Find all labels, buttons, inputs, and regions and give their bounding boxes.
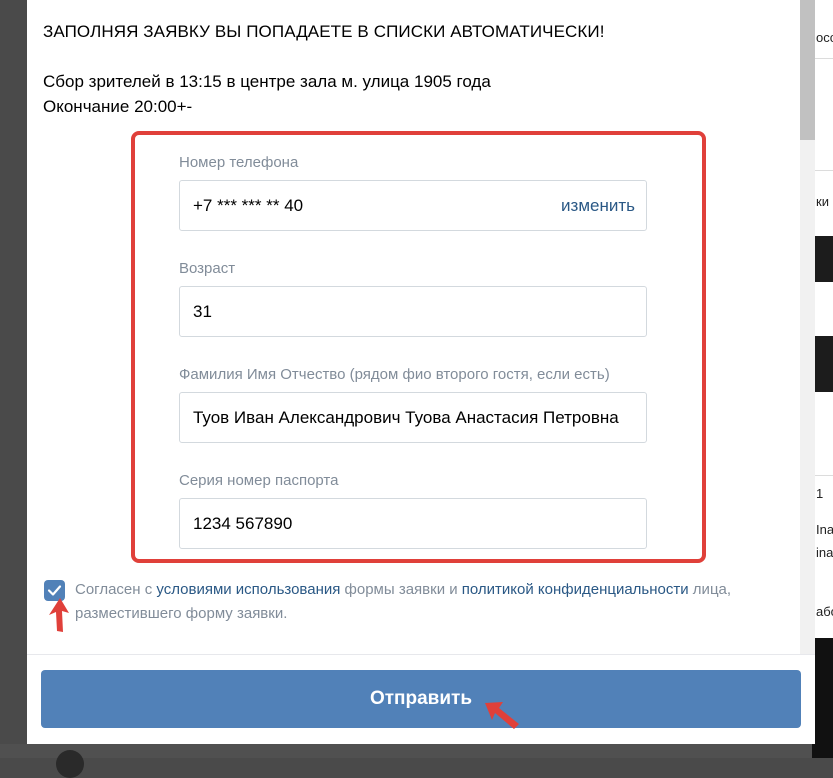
- phone-field[interactable]: +7 *** *** ** 40 изменить: [179, 180, 647, 231]
- background-page-bottom: [0, 744, 812, 778]
- consent-text-part: формы заявки и: [340, 581, 462, 598]
- bg-divider: [812, 475, 833, 476]
- phone-label: Номер телефона: [179, 154, 299, 171]
- bg-divider: [812, 58, 833, 59]
- full-name-value: Туов Иван Александрович Туова Анастасия …: [193, 408, 619, 427]
- form-headline: ЗАПОЛНЯЯ ЗАЯВКУ ВЫ ПОПАДАЕТЕ В СПИСКИ АВ…: [43, 22, 605, 41]
- full-name-field[interactable]: Туов Иван Александрович Туова Анастасия …: [179, 392, 647, 443]
- age-label: Возраст: [179, 260, 236, 277]
- consent-text: Согласен с условиями использования формы…: [75, 578, 765, 626]
- bg-text: 1: [816, 486, 824, 501]
- bg-text: ки: [816, 194, 829, 209]
- full-name-label: Фамилия Имя Отчество (рядом фио второго …: [179, 366, 610, 383]
- footer-divider: [27, 654, 815, 655]
- annotation-arrow-icon: [485, 702, 519, 729]
- bg-avatar: [56, 750, 84, 778]
- modal-content[interactable]: ЗАПОЛНЯЯ ЗАЯВКУ ВЫ ПОПАДАЕТЕ В СПИСКИ АВ…: [27, 0, 815, 654]
- bg-text: ina: [816, 545, 833, 560]
- info-text-gathering: Сбор зрителей в 13:15 в центре зала м. у…: [43, 72, 491, 91]
- submit-button[interactable]: Отправить: [41, 670, 801, 728]
- scrollbar[interactable]: [800, 0, 815, 654]
- scrollbar-thumb[interactable]: [800, 0, 815, 140]
- change-phone-link[interactable]: изменить: [561, 196, 635, 216]
- terms-of-use-link[interactable]: условиями использования: [156, 581, 340, 598]
- application-form-modal: ЗАПОЛНЯЯ ЗАЯВКУ ВЫ ПОПАДАЕТЕ В СПИСКИ АВ…: [27, 0, 815, 744]
- passport-label: Серия номер паспорта: [179, 472, 339, 489]
- background-page: осси ки 1 Ina ina або: [812, 0, 833, 758]
- bg-avatar: [812, 236, 833, 282]
- phone-value: +7 *** *** ** 40: [193, 196, 304, 215]
- bg-text: осси: [816, 30, 833, 45]
- privacy-policy-link[interactable]: политикой конфиденциальности: [462, 581, 689, 598]
- age-value: 31: [193, 302, 212, 321]
- passport-field[interactable]: 1234 567890: [179, 498, 647, 549]
- bg-divider: [812, 170, 833, 171]
- bg-text: або: [816, 604, 833, 619]
- annotation-arrow-icon: [49, 598, 69, 632]
- bg-text: Ina: [816, 522, 833, 537]
- age-field[interactable]: 31: [179, 286, 647, 337]
- info-text-end: Окончание 20:00+-: [43, 97, 193, 116]
- consent-text-part: Согласен с: [75, 581, 157, 598]
- passport-value: 1234 567890: [193, 514, 293, 533]
- bg-media: [812, 638, 833, 758]
- bg-avatar: [812, 336, 833, 392]
